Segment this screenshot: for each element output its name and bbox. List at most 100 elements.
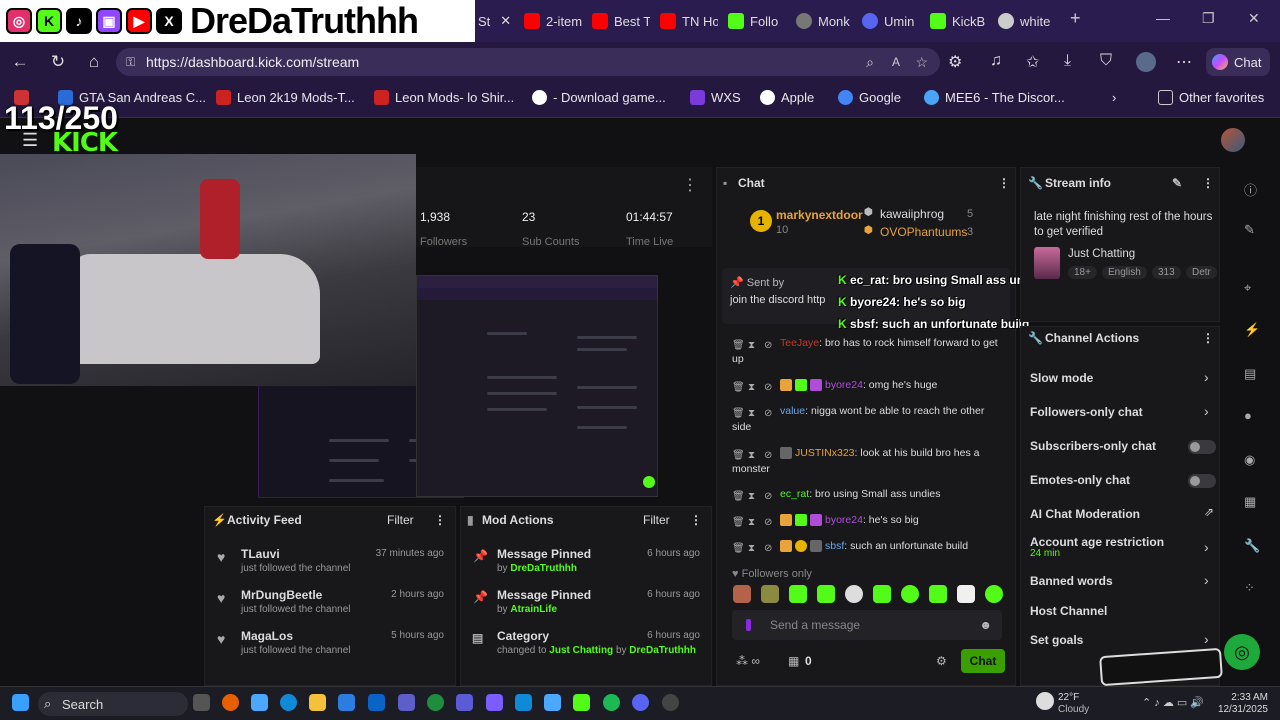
- emote-icon[interactable]: [901, 585, 919, 603]
- chatters-icon[interactable]: ⁂ ∞: [736, 654, 760, 668]
- timeout-icon[interactable]: ⧗: [748, 489, 758, 502]
- clock-date[interactable]: 12/31/2025: [1210, 704, 1268, 715]
- ban-icon[interactable]: ⊘: [764, 489, 774, 502]
- ban-icon[interactable]: ⊘: [764, 338, 774, 351]
- app-icon[interactable]: [456, 694, 473, 711]
- leader-name[interactable]: OVOPhantuums: [880, 225, 967, 239]
- subscribers-only-toggle[interactable]: [1188, 440, 1216, 454]
- store-icon[interactable]: [338, 694, 355, 711]
- delete-icon[interactable]: 🗑: [732, 515, 745, 528]
- app-icon[interactable]: [486, 694, 503, 711]
- favorites-icon[interactable]: ✩: [1026, 52, 1039, 72]
- chat-username[interactable]: TeeJaye: [780, 337, 819, 349]
- file-explorer-icon[interactable]: [309, 694, 326, 711]
- extensions-icon[interactable]: ⚙: [948, 52, 962, 72]
- bookmarks-overflow-icon[interactable]: ›: [1112, 90, 1116, 105]
- emote-icon[interactable]: [845, 585, 863, 603]
- split-screen-icon[interactable]: ♫: [990, 52, 1002, 70]
- more-options-icon[interactable]: ⋮: [1202, 331, 1214, 345]
- kick-icon[interactable]: [573, 694, 590, 711]
- layout-icon[interactable]: ▦: [1244, 494, 1256, 510]
- action-account-age[interactable]: Account age restriction: [1030, 535, 1164, 549]
- teams-icon[interactable]: [398, 694, 415, 711]
- chevron-right-icon[interactable]: ›: [1204, 572, 1209, 588]
- outlook-icon[interactable]: [368, 694, 385, 711]
- emote-icon[interactable]: [929, 585, 947, 603]
- target-icon[interactable]: ⌖: [1244, 280, 1251, 296]
- back-icon[interactable]: ←: [10, 52, 30, 72]
- chat-username[interactable]: sbsf: [825, 540, 844, 552]
- user-link[interactable]: AtrainLife: [510, 604, 557, 615]
- list-item-name[interactable]: TLauvi: [241, 547, 280, 561]
- delete-icon[interactable]: 🗑: [732, 338, 745, 351]
- chat-username[interactable]: JUSTINx323: [795, 447, 855, 459]
- chat-message[interactable]: 🗑 ⧗ ⊘ byore24: omg he's huge: [732, 377, 1002, 393]
- info-icon[interactable]: ⓘ: [1244, 180, 1257, 199]
- read-aloud-icon[interactable]: A: [892, 55, 900, 69]
- ban-icon[interactable]: ⊘: [764, 541, 774, 554]
- more-menu-icon[interactable]: ⋯: [1176, 52, 1192, 72]
- timeout-icon[interactable]: ⧗: [748, 338, 758, 351]
- action-slow-mode[interactable]: Slow mode: [1030, 371, 1093, 385]
- more-options-icon[interactable]: ⋮: [434, 513, 446, 527]
- activity-filter-button[interactable]: Filter: [387, 513, 414, 527]
- bookmark-item[interactable]: Google: [838, 90, 901, 105]
- action-host-channel[interactable]: Host Channel: [1030, 604, 1107, 618]
- downloads-icon[interactable]: ⤓: [1064, 52, 1071, 70]
- obs-icon[interactable]: [662, 694, 679, 711]
- chat-username[interactable]: byore24: [825, 514, 863, 526]
- site-info-icon[interactable]: ⚿: [126, 55, 135, 70]
- chat-input[interactable]: Send a message ☻: [732, 610, 1002, 640]
- chrome-icon[interactable]: [427, 694, 444, 711]
- settings-icon[interactable]: ⚙: [936, 654, 947, 668]
- chat-username[interactable]: value: [780, 405, 805, 417]
- timeout-icon[interactable]: ⧗: [748, 380, 758, 393]
- emote-icon[interactable]: [817, 585, 835, 603]
- zoom-icon[interactable]: ⌕: [866, 54, 874, 71]
- chevron-right-icon[interactable]: ›: [1204, 369, 1209, 385]
- chevron-right-icon[interactable]: ›: [1204, 403, 1209, 419]
- windows-start-icon[interactable]: [12, 694, 29, 711]
- list-icon[interactable]: ▤: [1244, 366, 1256, 382]
- chat-message[interactable]: 🗑 ⧗ ⊘ JUSTINx323: look at his build bro hes…: [732, 445, 1002, 477]
- timeout-icon[interactable]: ⧗: [748, 541, 758, 554]
- chat-message[interactable]: 🗑 ⧗ ⊘ ec_rat: bro using Small ass undies: [732, 486, 1002, 502]
- emoji-icon[interactable]: ☻: [979, 618, 992, 632]
- chevron-right-icon[interactable]: ›: [1204, 539, 1209, 555]
- ban-icon[interactable]: ⊘: [764, 406, 774, 419]
- weather-desc[interactable]: Cloudy: [1058, 704, 1089, 715]
- action-subscribers-only[interactable]: Subscribers-only chat: [1030, 439, 1156, 453]
- close-window-button[interactable]: ✕: [1248, 10, 1260, 27]
- bookmark-item[interactable]: - Download game...: [532, 90, 666, 105]
- action-banned-words[interactable]: Banned words: [1030, 574, 1113, 588]
- user-link[interactable]: DreDaTruthhh: [629, 645, 696, 656]
- delete-icon[interactable]: 🗑: [732, 380, 745, 393]
- chat-username[interactable]: ec_rat: [780, 488, 809, 500]
- send-chat-button[interactable]: Chat: [961, 649, 1005, 673]
- external-link-icon[interactable]: ⇗: [1204, 505, 1214, 519]
- list-item-name[interactable]: MagaLos: [241, 629, 293, 643]
- delete-icon[interactable]: 🗑: [732, 406, 745, 419]
- bookmark-item[interactable]: Leon Mods- lo Shir...: [374, 90, 514, 105]
- ban-icon[interactable]: ⊘: [764, 515, 774, 528]
- ban-icon[interactable]: ⊘: [764, 380, 774, 393]
- bookmark-item[interactable]: Apple: [760, 90, 814, 105]
- more-options-icon[interactable]: ⋮: [682, 175, 698, 195]
- minimize-button[interactable]: —: [1156, 10, 1170, 26]
- action-ai-moderation[interactable]: AI Chat Moderation: [1030, 507, 1140, 521]
- avatar[interactable]: [1221, 128, 1245, 152]
- chevron-right-icon[interactable]: ›: [1204, 631, 1209, 647]
- shield-icon[interactable]: ⛉: [1100, 52, 1112, 70]
- timeout-icon[interactable]: ⧗: [748, 448, 758, 461]
- tab[interactable]: Best T: [592, 8, 650, 34]
- new-tab-button[interactable]: +: [1070, 8, 1081, 29]
- refresh-icon[interactable]: ↻: [48, 52, 68, 72]
- other-favorites[interactable]: Other favorites: [1158, 90, 1264, 105]
- ban-icon[interactable]: ⊘: [764, 448, 774, 461]
- profile-avatar[interactable]: [1136, 52, 1156, 72]
- chat-message[interactable]: 🗑 ⧗ ⊘ byore24: he's so big: [732, 512, 1002, 528]
- action-set-goals[interactable]: Set goals: [1030, 633, 1083, 647]
- bookmark-item[interactable]: MEE6 - The Discor...: [924, 90, 1065, 105]
- tray-icons[interactable]: ⌃ ♪ ☁ ▭ 🔊: [1142, 696, 1204, 709]
- tab[interactable]: Umin: [862, 8, 920, 34]
